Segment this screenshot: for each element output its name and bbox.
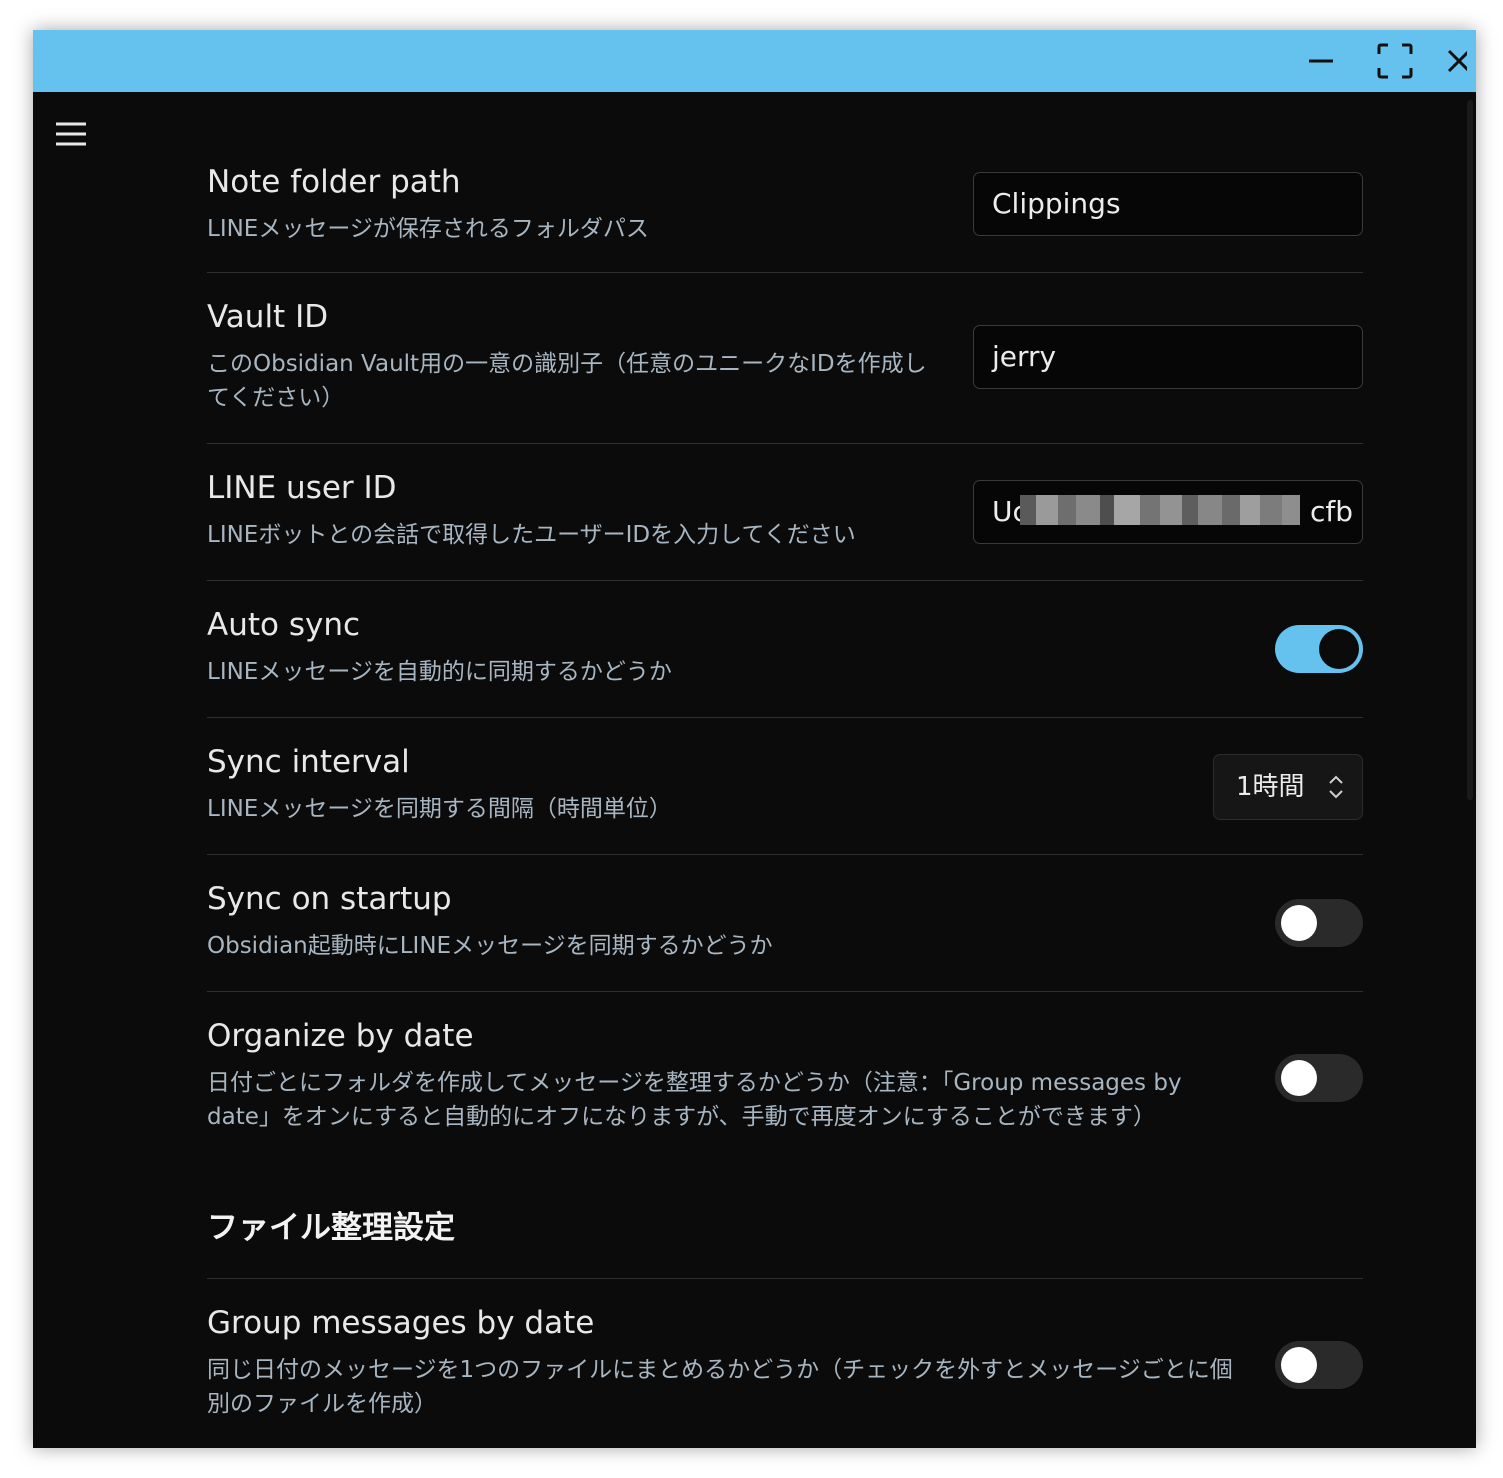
- setting-description: 日付ごとにフォルダを作成してメッセージを整理するかどうか（注意：「Group m…: [207, 1070, 1182, 1130]
- settings-window: Note folder path LINEメッセージが保存されるフォルダパス C…: [33, 30, 1476, 1448]
- hamburger-menu-icon[interactable]: [55, 120, 87, 148]
- close-icon[interactable]: [1439, 30, 1476, 92]
- toggle-knob: [1281, 1060, 1317, 1096]
- setting-auto-sync: Auto sync LINEメッセージを自動的に同期するかどうか: [207, 581, 1363, 718]
- setting-name: Sync interval: [207, 744, 410, 780]
- setting-description: LINEメッセージを自動的に同期するかどうか: [207, 659, 672, 685]
- line-user-id-input[interactable]: Uc cfb: [973, 480, 1363, 544]
- organize-by-date-toggle[interactable]: [1275, 1054, 1363, 1102]
- setting-name: Vault ID: [207, 299, 329, 335]
- setting-sync-on-startup: Sync on startup Obsidian起動時にLINEメッセージを同期…: [207, 855, 1363, 992]
- redacted-value: [1020, 495, 1300, 525]
- chevron-up-down-icon: [1329, 775, 1343, 799]
- setting-description: このObsidian Vault用の一意の識別子（任意のユニークなIDを作成して…: [207, 351, 927, 411]
- toggle-knob: [1281, 905, 1317, 941]
- section-heading: ファイル整理設定: [207, 1210, 455, 1246]
- setting-name: LINE user ID: [207, 470, 397, 506]
- select-value: 1時間: [1236, 772, 1305, 802]
- setting-description: LINEボットとの会話で取得したユーザーIDを入力してください: [207, 522, 856, 548]
- scrollbar[interactable]: [1467, 100, 1473, 800]
- setting-name: Organize by date: [207, 1018, 474, 1054]
- setting-name: Group messages by date: [207, 1305, 595, 1341]
- setting-vault-id: Vault ID このObsidian Vault用の一意の識別子（任意のユニー…: [207, 273, 1363, 444]
- toggle-knob: [1281, 1347, 1317, 1383]
- setting-description: 同じ日付のメッセージを1つのファイルにまとめるかどうか（チェックを外すとメッセー…: [207, 1357, 1233, 1417]
- minimize-icon[interactable]: [1291, 30, 1351, 92]
- setting-note-folder-path: Note folder path LINEメッセージが保存されるフォルダパス C…: [207, 154, 1363, 273]
- maximize-icon[interactable]: [1365, 30, 1425, 92]
- note-folder-path-input[interactable]: Clippings: [973, 172, 1363, 236]
- setting-organize-by-date: Organize by date 日付ごとにフォルダを作成してメッセージを整理す…: [207, 992, 1363, 1162]
- setting-description: Obsidian起動時にLINEメッセージを同期するかどうか: [207, 933, 773, 959]
- sync-on-startup-toggle[interactable]: [1275, 899, 1363, 947]
- title-bar: [33, 30, 1476, 92]
- setting-name: Auto sync: [207, 607, 361, 643]
- vault-id-input[interactable]: jerry: [973, 325, 1363, 389]
- setting-group-messages-by-date: Group messages by date 同じ日付のメッセージを1つのファイ…: [207, 1279, 1363, 1448]
- setting-name: Sync on startup: [207, 881, 452, 917]
- setting-description: LINEメッセージが保存されるフォルダパス: [207, 216, 649, 242]
- setting-line-user-id: LINE user ID LINEボットとの会話で取得したユーザーIDを入力して…: [207, 444, 1363, 581]
- group-messages-by-date-toggle[interactable]: [1275, 1341, 1363, 1389]
- setting-description: LINEメッセージを同期する間隔（時間単位）: [207, 796, 672, 822]
- sync-interval-select[interactable]: 1時間: [1213, 754, 1363, 820]
- toggle-knob: [1321, 631, 1357, 667]
- setting-sync-interval: Sync interval LINEメッセージを同期する間隔（時間単位） 1時間: [207, 718, 1363, 855]
- user-id-suffix: cfb: [1310, 495, 1354, 528]
- setting-name: Note folder path: [207, 164, 461, 200]
- auto-sync-toggle[interactable]: [1275, 625, 1363, 673]
